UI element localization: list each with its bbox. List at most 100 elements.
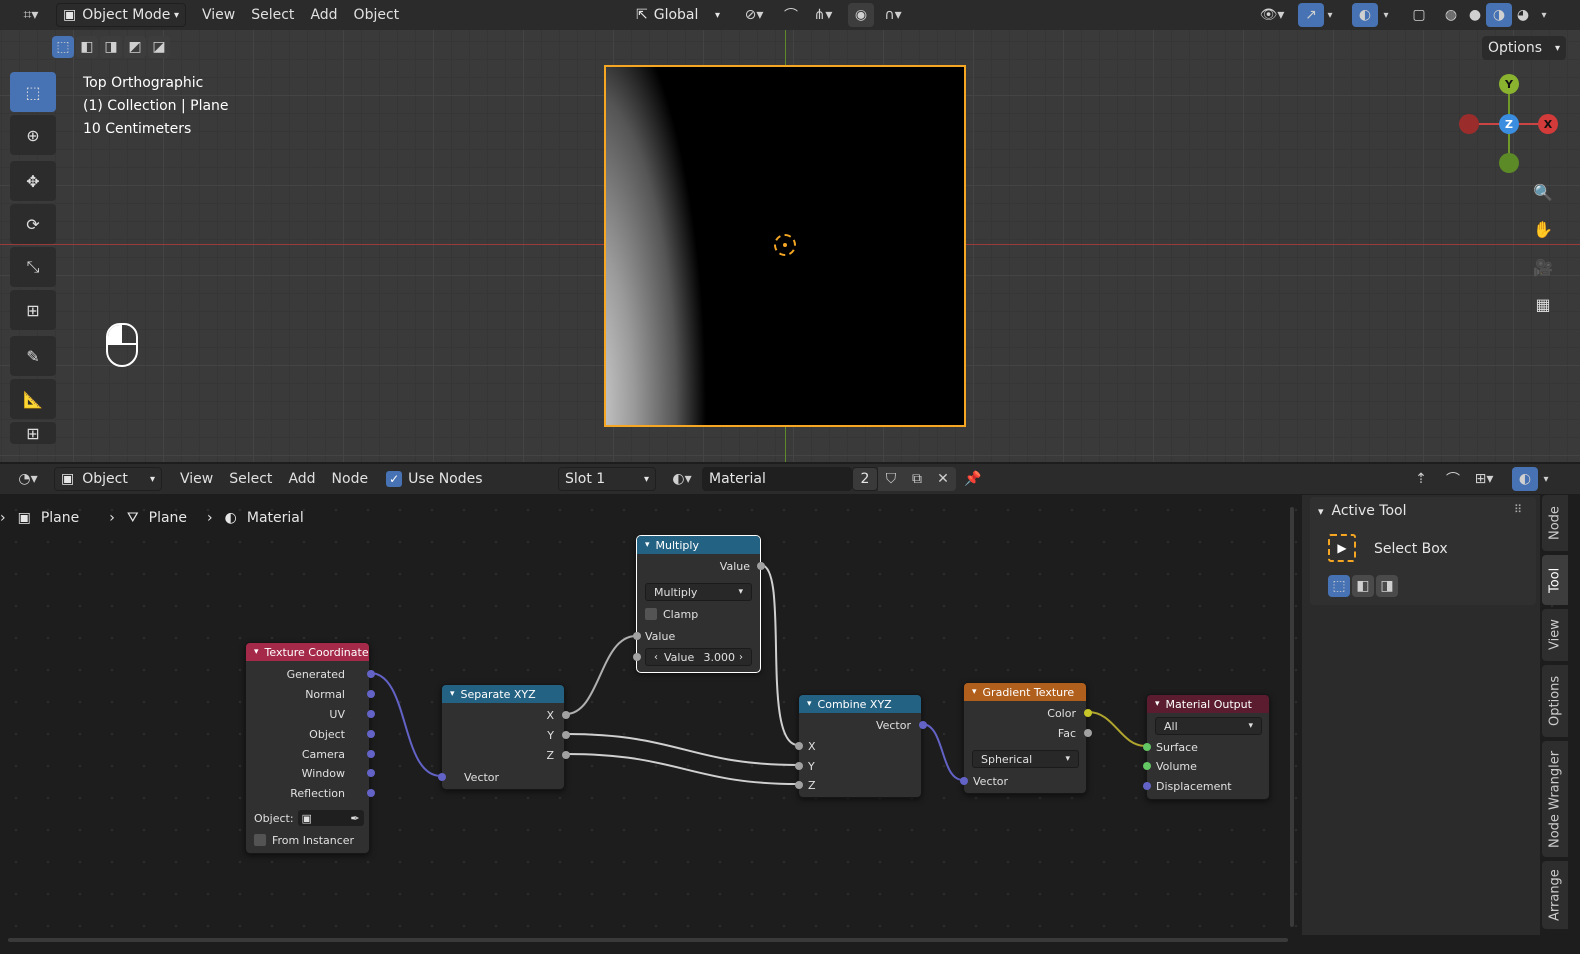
texture-coordinate-node[interactable]: ▾ Texture Coordinate Generated Normal UV… (245, 642, 375, 854)
collapse-chevron-icon[interactable]: ▾ (450, 689, 455, 699)
overlays-icon[interactable]: ◐ (1352, 3, 1378, 27)
camera-view-icon[interactable]: 🎥 (1528, 252, 1558, 282)
transform-tool-icon[interactable]: ⊞ (10, 290, 56, 330)
vertical-scrollbar[interactable] (1290, 507, 1294, 927)
socket-value-in-1[interactable] (633, 632, 641, 640)
select-intersect-icon[interactable]: ◪ (148, 36, 170, 58)
node-header[interactable]: ▾ Material Output (1147, 695, 1269, 713)
select-box-tool-icon[interactable]: ⬚ (10, 72, 56, 112)
node-header[interactable]: ▾ Multiply (637, 536, 760, 554)
gizmo-neg-y-axis[interactable] (1499, 153, 1519, 173)
select-subtract-icon[interactable]: ◨ (100, 36, 122, 58)
editor-type-icon[interactable]: ⌗▾ (14, 3, 48, 27)
visibility-icon[interactable]: 👁▾ (1254, 3, 1290, 27)
node-header[interactable]: ▾ Texture Coordinate (246, 643, 369, 661)
socket-window[interactable] (367, 769, 375, 777)
tab-arrange[interactable]: Arrange (1542, 861, 1568, 929)
material-shading-icon[interactable]: ◑ (1486, 3, 1512, 27)
rendered-shading-icon[interactable]: ◕ (1510, 3, 1536, 27)
menu-view[interactable]: View (194, 7, 243, 23)
socket-vector-in[interactable] (960, 777, 968, 785)
mode-dropdown[interactable]: ▣ Object Mode ▾ (56, 3, 186, 27)
add-cube-tool-icon[interactable]: ⊞ (10, 422, 56, 444)
node-header[interactable]: ▾ Combine XYZ (799, 695, 921, 713)
snap-target-icon[interactable]: ⋔▾ (806, 3, 840, 27)
tab-tool[interactable]: Tool (1542, 555, 1568, 605)
separate-xyz-node[interactable]: ▾ Separate XYZ X Y Z Vector (438, 684, 570, 790)
annotate-tool-icon[interactable]: ✎ (10, 336, 56, 376)
socket-z[interactable] (562, 751, 570, 759)
gizmo-toggle-icon[interactable]: ↗ (1298, 3, 1324, 27)
3d-viewport[interactable]: ⌗▾ ▣ Object Mode ▾ View Select Add Objec… (0, 0, 1580, 462)
node-header[interactable]: ▾ Gradient Texture (964, 683, 1086, 701)
gizmo-z-axis[interactable]: Z (1499, 114, 1519, 134)
falloff-icon[interactable]: ∩▾ (876, 3, 910, 27)
panel-header[interactable]: ▾ Active Tool (1318, 503, 1406, 519)
socket-value-out[interactable] (757, 562, 765, 570)
move-tool-icon[interactable]: ✥ (10, 161, 56, 201)
snap-target-icon[interactable]: ⊞▾ (1466, 467, 1502, 491)
chevron-down-icon[interactable]: ▾ (1378, 3, 1394, 27)
multiply-node[interactable]: ▾ Multiply Value Multiply ▾ Clamp Value … (633, 535, 765, 673)
measure-tool-icon[interactable]: 📐 (10, 379, 56, 419)
from-instancer-checkbox[interactable]: From Instancer (254, 832, 354, 848)
collapse-chevron-icon[interactable]: ▾ (645, 540, 650, 550)
horizontal-scrollbar[interactable] (8, 938, 1288, 942)
node-header[interactable]: ▾ Separate XYZ (442, 685, 564, 703)
socket-y-in[interactable] (795, 762, 803, 770)
gizmo-x-axis[interactable]: X (1538, 114, 1558, 134)
chevron-down-icon[interactable]: ▾ (1322, 3, 1338, 27)
pan-hand-icon[interactable]: ✋ (1528, 214, 1558, 244)
select-extend-icon[interactable]: ◧ (1352, 575, 1374, 597)
tab-view[interactable]: View (1542, 609, 1568, 661)
socket-generated[interactable] (367, 670, 375, 678)
socket-y[interactable] (562, 731, 570, 739)
socket-vector-out[interactable] (919, 721, 927, 729)
socket-z-in[interactable] (795, 781, 803, 789)
gizmo-neg-x-axis[interactable] (1459, 114, 1479, 134)
socket-surface-in[interactable] (1143, 743, 1151, 751)
combine-xyz-node[interactable]: ▾ Combine XYZ Vector X Y Z (795, 694, 927, 798)
menu-add[interactable]: Add (302, 7, 345, 23)
tab-node[interactable]: Node (1542, 495, 1568, 551)
snap-icon[interactable]: ⌒ (778, 3, 804, 27)
socket-camera[interactable] (367, 750, 375, 758)
pivot-icon[interactable]: ⊘▾ (736, 3, 772, 27)
menu-select[interactable]: Select (243, 7, 302, 23)
socket-uv[interactable] (367, 710, 375, 718)
collapse-chevron-icon[interactable]: ▾ (254, 647, 259, 657)
parent-node-tree-icon[interactable]: ⇡ (1408, 467, 1434, 491)
drag-handle-icon[interactable]: ⠿ (1514, 503, 1522, 516)
material-output-node[interactable]: ▾ Material Output All ▾ Surface Volume D… (1143, 694, 1270, 800)
select-extend-icon[interactable]: ◧ (76, 36, 98, 58)
collapse-chevron-icon[interactable]: ▾ (1155, 699, 1160, 709)
collapse-chevron-icon[interactable]: ▾ (807, 699, 812, 709)
xray-icon[interactable]: ▢ (1406, 3, 1432, 27)
gradient-texture-node[interactable]: ▾ Gradient Texture Color Fac Spherical ▾… (960, 682, 1092, 794)
socket-x[interactable] (562, 711, 570, 719)
rotate-tool-icon[interactable]: ⟳ (10, 204, 56, 244)
socket-reflection[interactable] (367, 789, 375, 797)
chevron-down-icon[interactable]: ▾ (1538, 467, 1554, 491)
object-picker-field[interactable]: ▣ ✒ (297, 810, 364, 826)
orientation-dropdown[interactable]: ⇱ Global ▾ (630, 3, 726, 27)
socket-color-out[interactable] (1084, 709, 1092, 717)
wireframe-shading-icon[interactable]: ◍ (1438, 3, 1464, 27)
decrement-arrow-icon[interactable]: ‹ (654, 652, 658, 663)
gizmo-y-axis[interactable]: Y (1499, 74, 1519, 94)
increment-arrow-icon[interactable]: › (739, 652, 743, 663)
socket-volume-in[interactable] (1143, 762, 1151, 770)
value-field[interactable]: ‹ Value 3.000 › (645, 648, 752, 666)
tab-node-wrangler[interactable]: Node Wrangler (1542, 741, 1568, 857)
socket-x-in[interactable] (795, 742, 803, 750)
socket-displacement-in[interactable] (1143, 782, 1151, 790)
zoom-icon[interactable]: 🔍 (1528, 177, 1558, 207)
ortho-grid-icon[interactable]: ▦ (1528, 289, 1558, 319)
collapse-chevron-icon[interactable]: ▾ (972, 687, 977, 697)
socket-object[interactable] (367, 730, 375, 738)
eyedropper-icon[interactable]: ✒ (350, 812, 359, 825)
tab-options[interactable]: Options (1542, 665, 1568, 737)
proportional-edit-icon[interactable]: ◉ (848, 3, 874, 27)
select-new-icon[interactable]: ⬚ (1328, 575, 1350, 597)
menu-object[interactable]: Object (346, 7, 408, 23)
